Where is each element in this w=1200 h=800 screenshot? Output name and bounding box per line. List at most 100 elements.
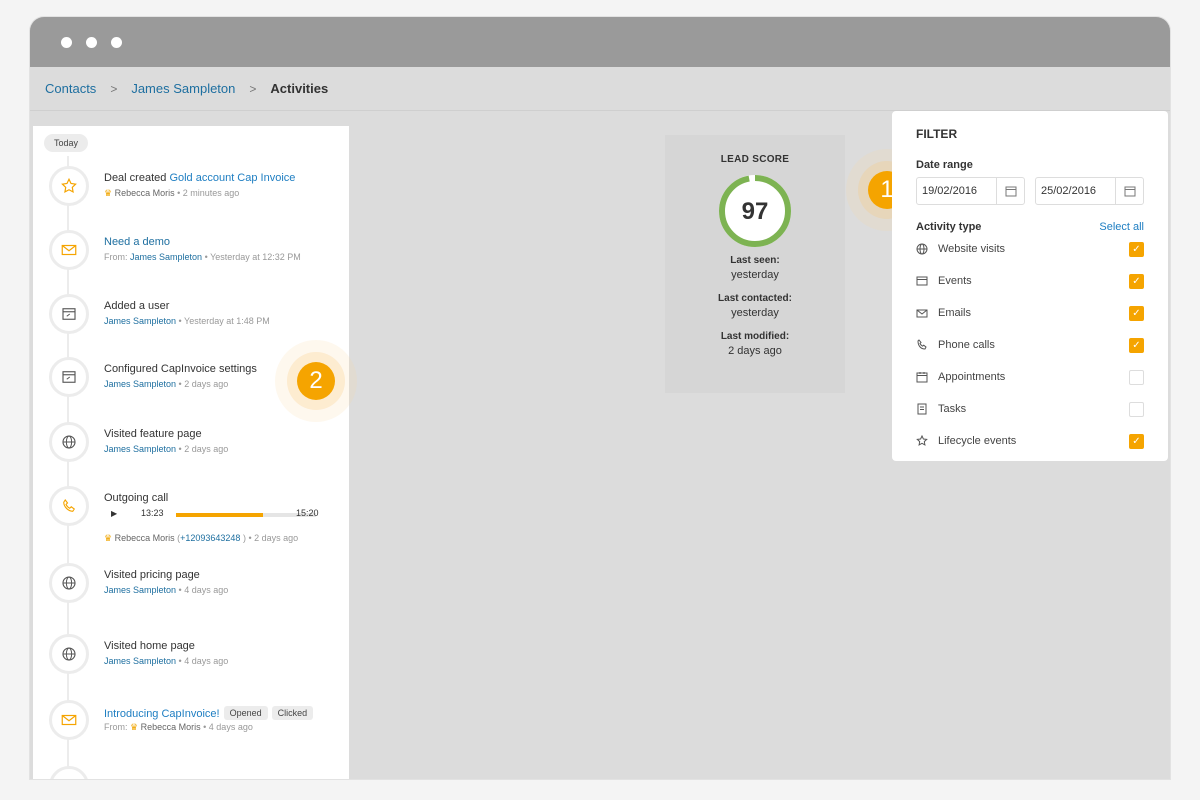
globe-icon <box>49 634 89 674</box>
item-time: 2 days ago <box>184 444 229 454</box>
item-author[interactable]: James Sampleton <box>104 316 176 326</box>
activity-option[interactable]: Appointments <box>916 361 1144 393</box>
from-label: From: <box>104 722 128 732</box>
calendar-icon <box>916 371 938 383</box>
item-title[interactable]: Need a demo <box>104 236 170 248</box>
activity-timeline: Today Deal created Gold account Cap Invo… <box>33 126 349 779</box>
activity-checkbox[interactable]: ✓ <box>1129 433 1144 449</box>
crown-icon: ♛ <box>130 722 139 732</box>
item-author[interactable]: Rebecca Moris <box>115 188 175 198</box>
audio-progress[interactable] <box>176 513 316 517</box>
calendar-icon[interactable] <box>996 178 1024 204</box>
item-title: Outgoing call <box>104 492 169 504</box>
activity-checkbox[interactable]: ✓ <box>1129 337 1144 353</box>
item-time: 4 days ago <box>208 722 253 732</box>
item-title: Visited pricing page <box>104 569 200 581</box>
clicked-tag: Clicked <box>271 706 314 720</box>
activity-type-list: Website visits ✓ Events ✓ Emails ✓ Phone calls… <box>916 233 1144 457</box>
audio-player: ▶ 13:23 15:20 <box>111 508 326 522</box>
activity-option[interactable]: Events ✓ <box>916 265 1144 297</box>
item-time: 2 days ago <box>254 533 299 543</box>
lead-score-ring: 97 <box>719 175 791 247</box>
item-author[interactable]: Rebecca Moris <box>115 533 175 543</box>
activity-checkbox[interactable] <box>1129 369 1144 385</box>
activity-option-label: Lifecycle events <box>938 435 1017 447</box>
last-modified-label: Last modified: <box>720 331 790 342</box>
activity-checkbox[interactable] <box>1129 401 1144 417</box>
from-label: From: <box>104 252 128 262</box>
today-badge: Today <box>44 134 89 152</box>
item-time: Yesterday at 12:32 PM <box>210 252 301 262</box>
window-icon <box>49 357 89 397</box>
audio-progress-fill <box>176 513 263 517</box>
activity-option[interactable]: Tasks <box>916 393 1144 425</box>
activity-option[interactable]: Emails ✓ <box>916 297 1144 329</box>
star-icon <box>49 166 89 206</box>
activity-option[interactable]: Phone calls ✓ <box>916 329 1144 361</box>
item-title: Visited feature page <box>104 428 202 440</box>
audio-elapsed: 13:23 <box>141 508 164 518</box>
globe-icon <box>49 422 89 462</box>
select-all-link[interactable]: Select all <box>1099 221 1144 233</box>
last-modified-value: 2 days ago <box>728 345 782 357</box>
item-title: Visited home page <box>104 640 195 652</box>
date-from-value: 19/02/2016 <box>922 185 978 197</box>
browser-window: Contacts > James Sampleton > Activities … <box>30 17 1170 779</box>
activity-checkbox[interactable]: ✓ <box>1129 241 1144 257</box>
item-author[interactable]: James Sampleton <box>104 444 176 454</box>
date-to-value: 25/02/2016 <box>1041 185 1097 197</box>
activity-option-label: Tasks <box>938 403 967 415</box>
calendar-icon[interactable] <box>1115 178 1143 204</box>
item-author[interactable]: Rebecca Moris <box>141 722 201 732</box>
activity-option-label: Phone calls <box>938 339 995 351</box>
date-from-input[interactable]: 19/02/2016 <box>916 177 1025 205</box>
activity-option-label: Appointments <box>938 371 1006 383</box>
mail-icon <box>49 700 89 740</box>
activity-type-label: Activity type <box>916 221 982 233</box>
activity-option[interactable]: Lifecycle events ✓ <box>916 425 1144 457</box>
globe-icon <box>49 563 89 603</box>
chevron-right-icon: > <box>249 81 257 96</box>
play-icon[interactable]: ▶ <box>111 509 117 518</box>
last-contacted-label: Last contacted: <box>718 293 792 304</box>
activity-option-label: Website visits <box>938 243 1006 255</box>
window-titlebar <box>30 17 1170 67</box>
crown-icon: ♛ <box>104 188 113 198</box>
lead-score-panel: LEAD SCORE 97 Last seen: yesterday Last … <box>665 135 845 393</box>
date-to-input[interactable]: 25/02/2016 <box>1035 177 1144 205</box>
window-close-dot[interactable] <box>61 37 72 48</box>
item-author[interactable]: James Sampleton <box>104 379 176 389</box>
window-minimize-dot[interactable] <box>86 37 97 48</box>
lead-score-value: 97 <box>742 198 769 225</box>
crown-icon: ♛ <box>104 533 113 543</box>
item-title-link[interactable]: Gold account Cap Invoice <box>169 172 295 184</box>
chevron-right-icon: > <box>110 81 118 96</box>
date-range-label: Date range <box>916 159 973 171</box>
last-seen-label: Last seen: <box>730 255 780 266</box>
star-icon <box>916 435 938 447</box>
breadcrumb: Contacts > James Sampleton > Activities <box>45 81 328 96</box>
breadcrumb-contact[interactable]: James Sampleton <box>131 81 235 96</box>
activity-checkbox[interactable]: ✓ <box>1129 305 1144 321</box>
lead-score-title: LEAD SCORE <box>720 154 790 165</box>
item-title: Deal created <box>104 172 170 184</box>
item-time: 2 minutes ago <box>182 188 240 198</box>
mail-icon <box>916 307 938 319</box>
breadcrumb-contacts[interactable]: Contacts <box>45 81 96 96</box>
item-author[interactable]: James Sampleton <box>104 656 176 666</box>
window-maximize-dot[interactable] <box>111 37 122 48</box>
phone-number[interactable]: +12093643248 <box>180 533 240 543</box>
window-icon <box>49 294 89 334</box>
filter-title: FILTER <box>916 127 958 141</box>
activity-option-label: Emails <box>938 307 972 319</box>
item-author[interactable]: James Sampleton <box>130 252 202 262</box>
activity-option[interactable]: Website visits ✓ <box>916 233 1144 265</box>
events-icon <box>916 275 938 287</box>
activity-checkbox[interactable]: ✓ <box>1129 273 1144 289</box>
activity-option-label: Events <box>938 275 972 287</box>
phone-icon <box>49 486 89 526</box>
item-title: Added a user <box>104 300 170 312</box>
placeholder-icon <box>49 766 89 779</box>
item-author[interactable]: James Sampleton <box>104 585 176 595</box>
item-title[interactable]: Introducing CapInvoice! <box>104 708 220 720</box>
